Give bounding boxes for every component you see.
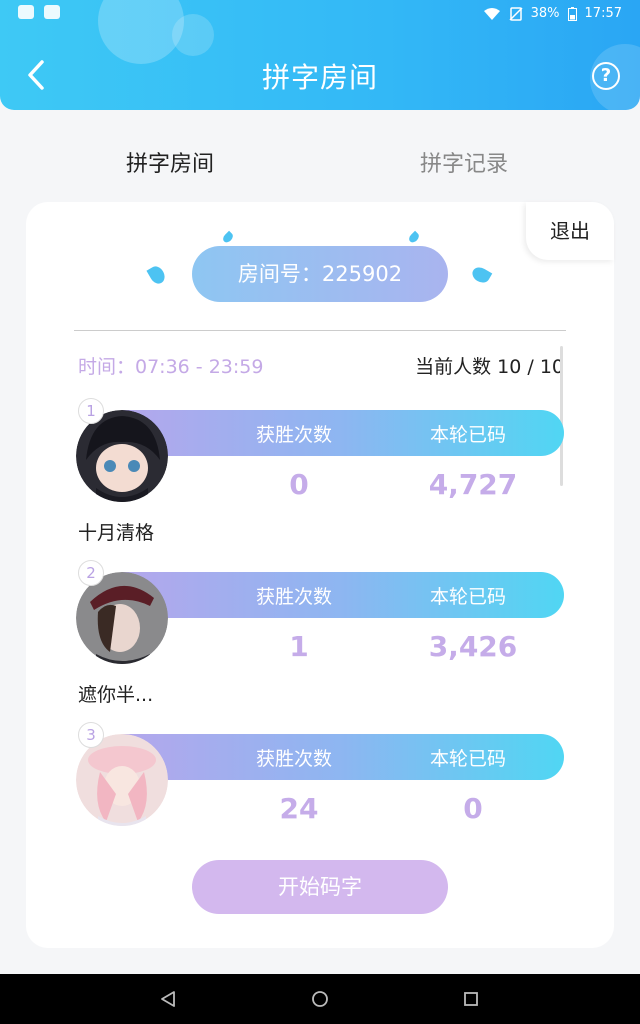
help-button[interactable]: ? [592, 62, 620, 90]
wins-label: 获胜次数 [256, 586, 333, 608]
exit-button[interactable]: 退出 [526, 202, 614, 260]
player-name: 遮你半... [78, 684, 154, 706]
typed-value: 3,426 [428, 630, 518, 663]
wins-value: 24 [279, 792, 319, 825]
typed-value: 4,727 [428, 468, 518, 501]
question-icon: ? [600, 65, 612, 86]
no-sim-icon [509, 6, 523, 21]
nav-home-icon[interactable] [310, 989, 330, 1009]
divider [74, 330, 566, 331]
rank-badge: 2 [78, 560, 104, 586]
wins-value: 0 [289, 468, 309, 501]
typed-label: 本轮已码 [430, 748, 507, 770]
wifi-icon [483, 7, 500, 20]
battery-percent: 38% [530, 6, 560, 21]
wins-value: 1 [289, 630, 309, 663]
room-number-badge: 房间号：225902 [192, 246, 448, 302]
tab-record[interactable]: 拼字记录 [420, 146, 508, 178]
droplet-icon [469, 264, 493, 286]
stats-bar: 获胜次数 本轮已码 [122, 734, 564, 780]
typed-value: 0 [463, 792, 483, 825]
image-icon [44, 5, 60, 19]
rank-badge: 1 [78, 398, 104, 424]
droplet-icon [407, 230, 421, 245]
player-row[interactable]: 1 获胜次数 本轮已码 0 4,727 十月清格 [76, 398, 564, 560]
app-header: 38% 17:57 拼字房间 ? [0, 0, 640, 110]
rank-badge: 3 [78, 722, 104, 748]
system-nav-bar [0, 974, 640, 1024]
status-bar: 38% 17:57 [0, 0, 640, 28]
typed-label: 本轮已码 [430, 424, 507, 446]
wins-label: 获胜次数 [256, 748, 333, 770]
room-card: 退出 房间号：225902 时间：07:36 - 23:59 当前人数 10 /… [26, 202, 614, 948]
battery-icon [567, 6, 577, 21]
page-title: 拼字房间 [261, 61, 378, 94]
clock: 17:57 [584, 6, 622, 21]
stats-bar: 获胜次数 本轮已码 [122, 410, 564, 456]
time-range: 时间：07:36 - 23:59 [78, 356, 264, 378]
player-row[interactable]: 2 获胜次数 本轮已码 1 3,426 遮你半... [76, 560, 564, 722]
typed-label: 本轮已码 [430, 586, 507, 608]
nav-recents-icon[interactable] [461, 989, 481, 1009]
droplet-icon [221, 230, 235, 245]
wins-label: 获胜次数 [256, 424, 333, 446]
wechat-icon [18, 5, 34, 19]
start-typing-button[interactable]: 开始码字 [192, 860, 448, 914]
nav-back-icon[interactable] [158, 989, 178, 1009]
stats-bar: 获胜次数 本轮已码 [122, 572, 564, 618]
player-count: 当前人数 10 / 10 [415, 356, 564, 378]
player-name: 十月清格 [78, 522, 155, 544]
tab-room[interactable]: 拼字房间 [126, 146, 214, 178]
droplet-icon [146, 263, 168, 287]
